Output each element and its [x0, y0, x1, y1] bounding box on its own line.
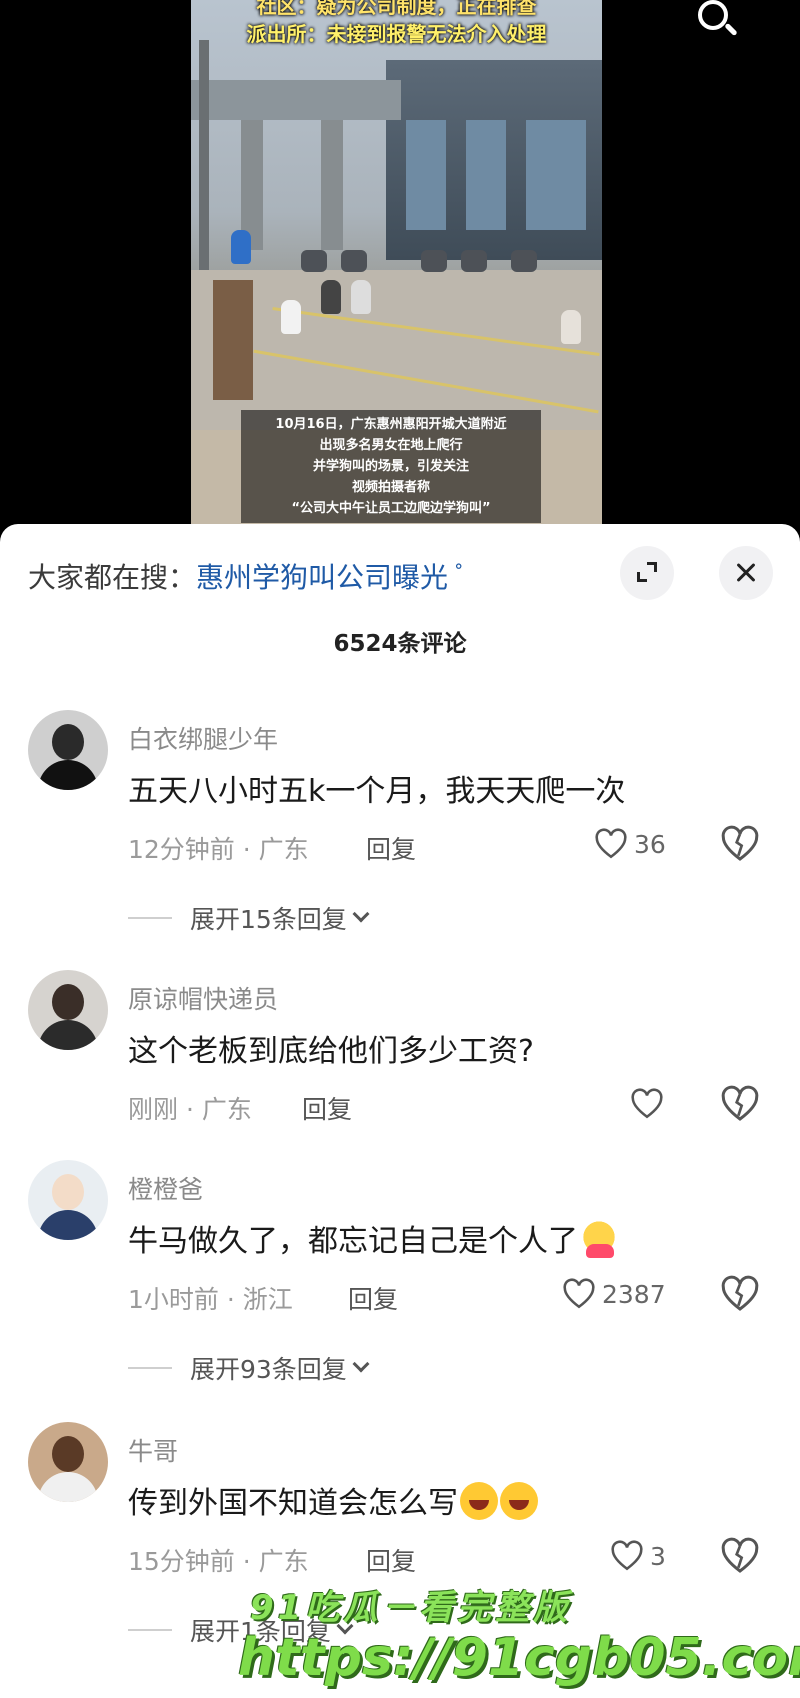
video-frame[interactable]: 社区：疑为公司制度，正在排查 派出所：未接到报警无法介入处理 10月16日，广东… — [191, 0, 602, 530]
laughing-emoji-icon — [460, 1481, 498, 1520]
like-button[interactable] — [630, 1084, 664, 1124]
heart-icon — [631, 1088, 663, 1119]
comment-text: 传到外国不知道会怎么写 — [128, 1478, 538, 1524]
subtitle-line: “公司大中午让员工边爬边学狗叫” — [291, 501, 491, 516]
comment-text: 牛马做久了，都忘记自己是个人了 — [128, 1216, 618, 1262]
comment-text: 这个老板到底给他们多少工资? — [128, 1034, 534, 1069]
expand-replies-label: 展开15条回复 — [190, 905, 347, 934]
like-count: 36 — [634, 829, 666, 859]
video-caption-line2: 派出所：未接到报警无法介入处理 — [246, 22, 547, 46]
broken-heart-icon[interactable] — [720, 1084, 760, 1124]
comment-username[interactable]: 白衣绑腿少年 — [128, 720, 278, 756]
avatar[interactable] — [28, 710, 108, 790]
close-button[interactable] — [719, 546, 773, 600]
subtitle-line: 10月16日，广东惠州惠阳开城大道附近 — [275, 417, 507, 432]
comment-meta: 15分钟前 · 广东 — [128, 1547, 309, 1576]
reply-button[interactable]: 回复 — [366, 830, 416, 866]
broken-heart-icon[interactable] — [720, 1536, 760, 1576]
avatar[interactable] — [28, 1422, 108, 1502]
comment-text: 五天八小时五k一个月，我天天爬一次 — [128, 774, 626, 809]
comment-count: 6524条评论 — [333, 631, 467, 657]
heart-icon — [611, 1540, 643, 1571]
comment-meta: 12分钟前 · 广东 — [128, 835, 309, 864]
watermark-title: 91吃瓜－看完整版 — [250, 1588, 572, 1628]
hugging-emoji-icon — [580, 1219, 618, 1258]
comment-meta: 1小时前 · 浙江 — [128, 1285, 293, 1314]
like-button[interactable]: 2387 — [562, 1274, 666, 1314]
search-icon[interactable] — [694, 0, 742, 44]
video-caption-line1: 社区：疑为公司制度，正在排查 — [256, 0, 537, 18]
avatar[interactable] — [28, 1160, 108, 1240]
laughing-emoji-icon — [500, 1481, 538, 1520]
app-screen: 社区：疑为公司制度，正在排查 派出所：未接到报警无法介入处理 10月16日，广东… — [0, 0, 800, 1698]
heart-icon — [595, 828, 627, 859]
comment-username[interactable]: 橙橙爸 — [128, 1170, 203, 1206]
expand-replies[interactable]: 展开15条回复 — [128, 900, 370, 936]
avatar[interactable] — [28, 970, 108, 1050]
overpass — [191, 80, 401, 120]
video-subtitle-box: 10月16日，广东惠州惠阳开城大道附近 出现多名男女在地上爬行 并学狗叫的场景，… — [241, 410, 541, 523]
expand-replies[interactable]: 展开93条回复 — [128, 1350, 370, 1386]
comment-meta: 刚刚 · 广东 — [128, 1095, 252, 1124]
like-count: 2387 — [602, 1279, 666, 1309]
subtitle-line: 视频拍摄者称 — [351, 480, 430, 495]
heart-icon — [563, 1278, 595, 1309]
comments-panel: 大家都在搜： 惠州学狗叫公司曝光 ⚬ 6524条评论 白衣绑腿少年 五天八小时五… — [0, 524, 800, 1698]
watermark-url: https://91cgb05.com — [238, 1628, 800, 1688]
video-player[interactable]: 社区：疑为公司制度，正在排查 派出所：未接到报警无法介入处理 10月16日，广东… — [0, 0, 800, 530]
reply-button[interactable]: 回复 — [348, 1280, 398, 1316]
expand-icon — [637, 572, 647, 582]
chevron-down-icon — [352, 1355, 370, 1373]
like-count: 3 — [650, 1541, 666, 1571]
chevron-down-icon — [352, 905, 370, 923]
reply-button[interactable]: 回复 — [366, 1542, 416, 1578]
building — [386, 60, 602, 260]
trending-search[interactable]: 大家都在搜： 惠州学狗叫公司曝光 ⚬ — [28, 554, 465, 598]
subtitle-line: 出现多名男女在地上爬行 — [319, 438, 463, 453]
comment-text-body: 牛马做久了，都忘记自己是个人了 — [128, 1224, 578, 1259]
comment-username[interactable]: 牛哥 — [128, 1432, 178, 1468]
reply-button[interactable]: 回复 — [302, 1090, 352, 1126]
like-button[interactable]: 36 — [594, 824, 666, 864]
trending-search-prefix: 大家都在搜： — [28, 561, 197, 594]
broken-heart-icon[interactable] — [720, 1274, 760, 1314]
broken-heart-icon[interactable] — [720, 824, 760, 864]
like-button[interactable]: 3 — [610, 1536, 666, 1576]
subtitle-line: 并学狗叫的场景，引发关注 — [312, 459, 469, 474]
expand-replies-label: 展开93条回复 — [190, 1355, 347, 1384]
expand-panel-button[interactable] — [620, 546, 674, 600]
comment-username[interactable]: 原谅帽快递员 — [128, 980, 278, 1016]
comment-text-body: 传到外国不知道会怎么写 — [128, 1486, 458, 1521]
trending-search-term[interactable]: 惠州学狗叫公司曝光 — [196, 556, 448, 596]
search-icon: ⚬ — [452, 556, 466, 576]
